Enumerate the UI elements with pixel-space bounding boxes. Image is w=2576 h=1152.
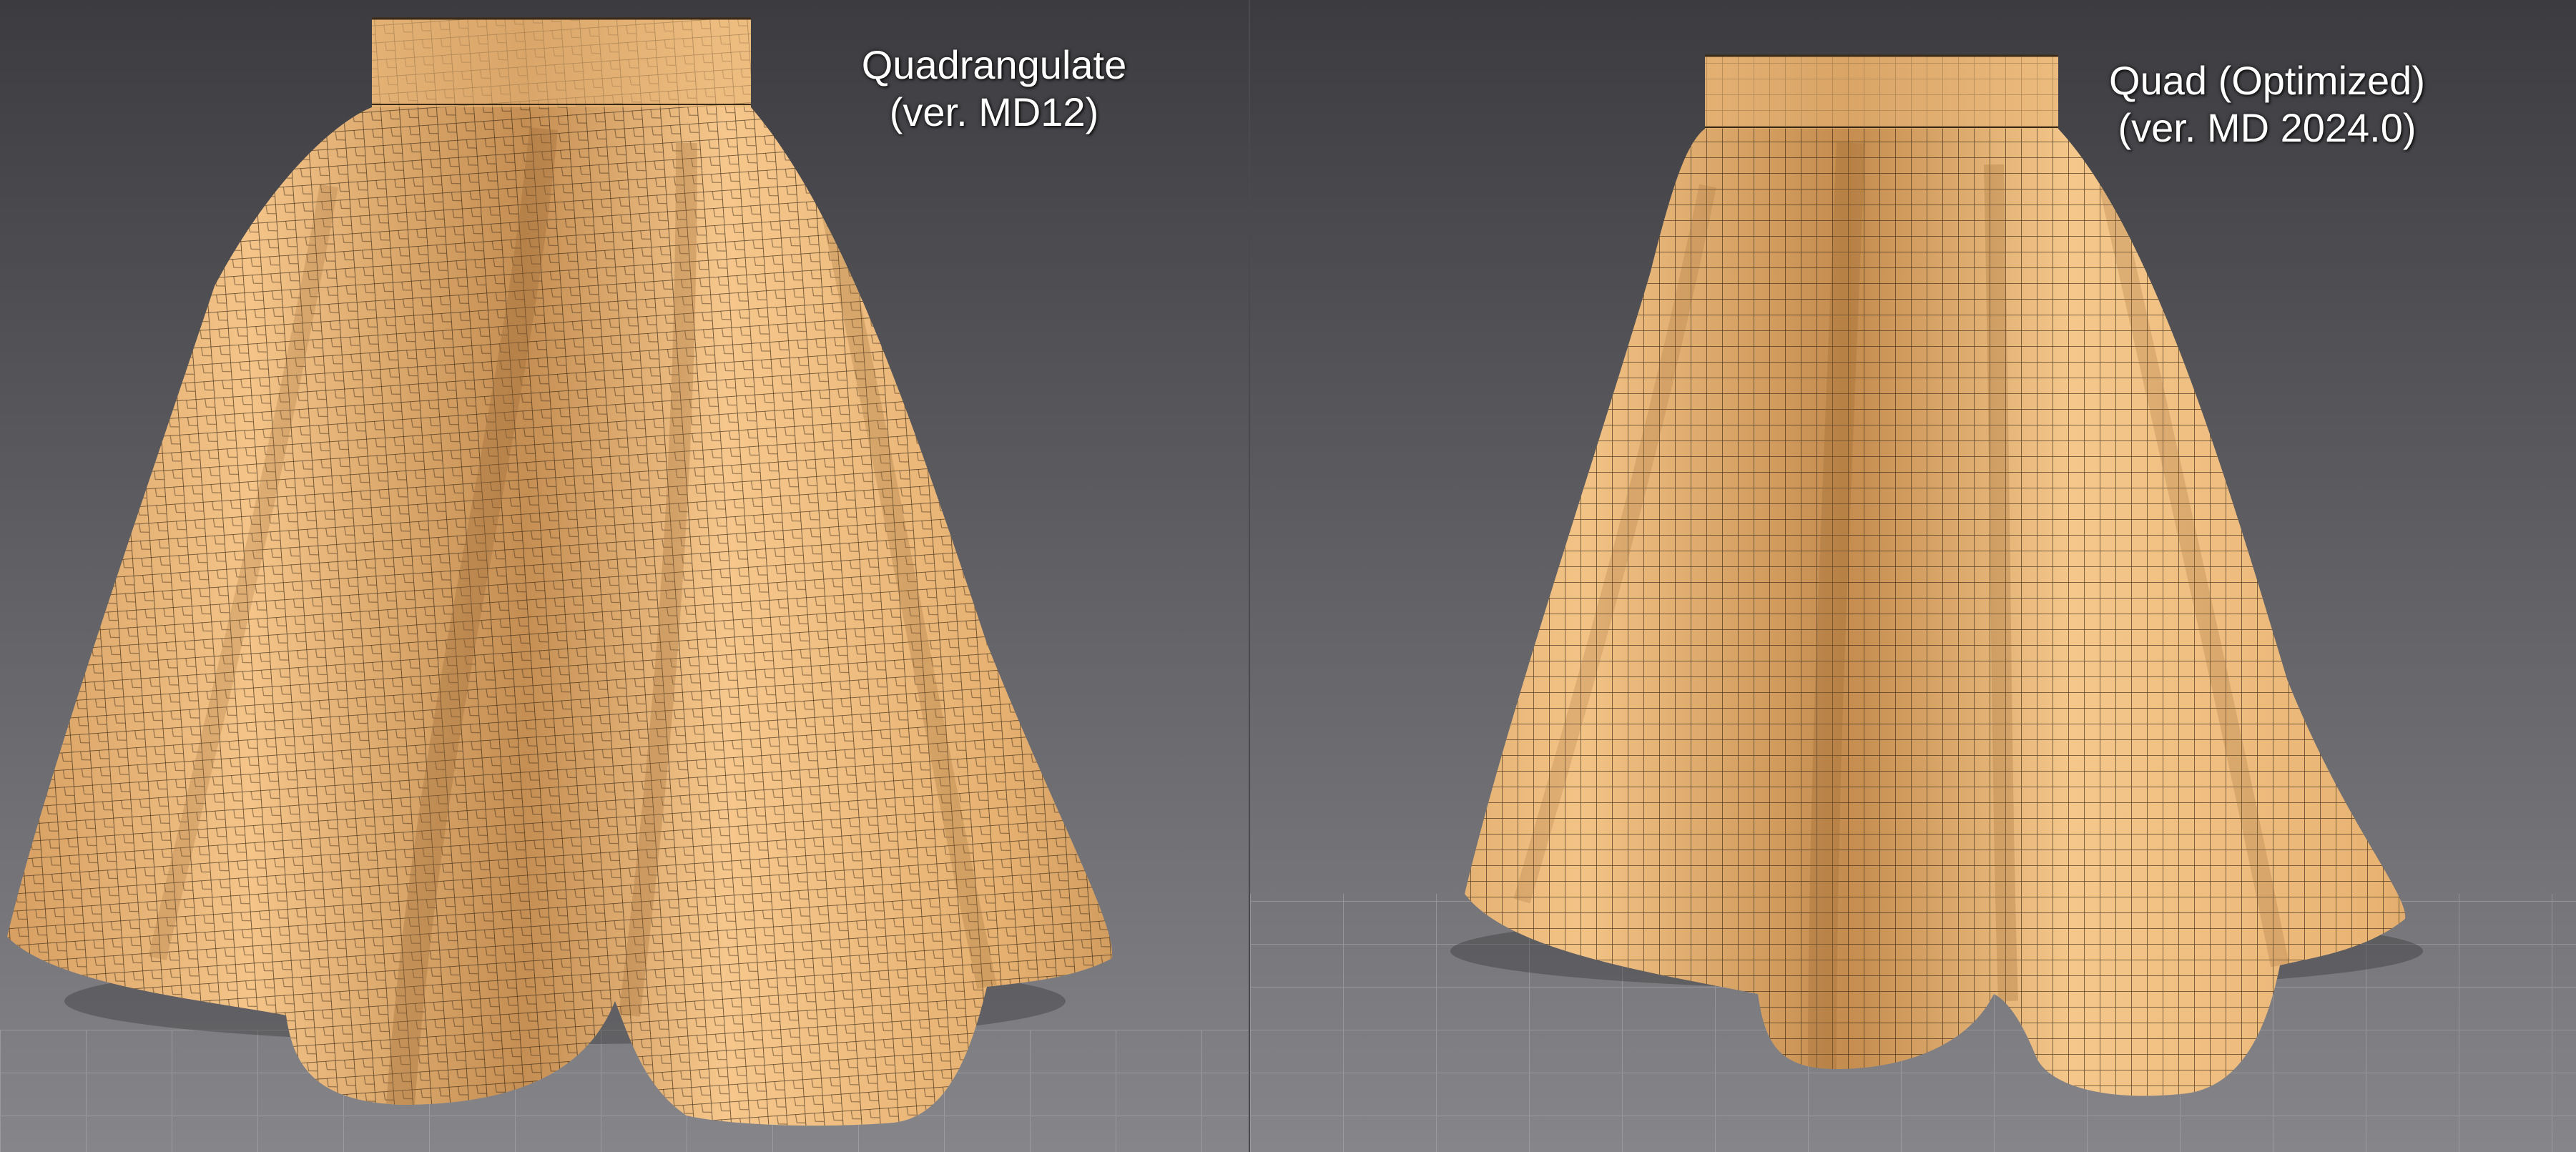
label-quadrangulate-line1: Quadrangulate [861, 42, 1127, 87]
viewport-right[interactable]: Quad (Optimized) (ver. MD 2024.0) [1250, 0, 2576, 1152]
viewport-right-canvas [1250, 0, 2576, 1152]
label-quadrangulate-line2: (ver. MD12) [889, 89, 1099, 134]
viewport-left-canvas [0, 0, 1250, 1152]
label-quad-optimized: Quad (Optimized) (ver. MD 2024.0) [2045, 57, 2489, 152]
label-quad-optimized-line2: (ver. MD 2024.0) [2118, 105, 2417, 150]
viewport-left[interactable]: Quadrangulate (ver. MD12) [0, 0, 1250, 1152]
label-quad-optimized-line1: Quad (Optimized) [2109, 58, 2425, 103]
label-quadrangulate: Quadrangulate (ver. MD12) [772, 41, 1216, 136]
comparison-view: Quadrangulate (ver. MD12) Quad (Optimize… [0, 0, 2576, 1152]
